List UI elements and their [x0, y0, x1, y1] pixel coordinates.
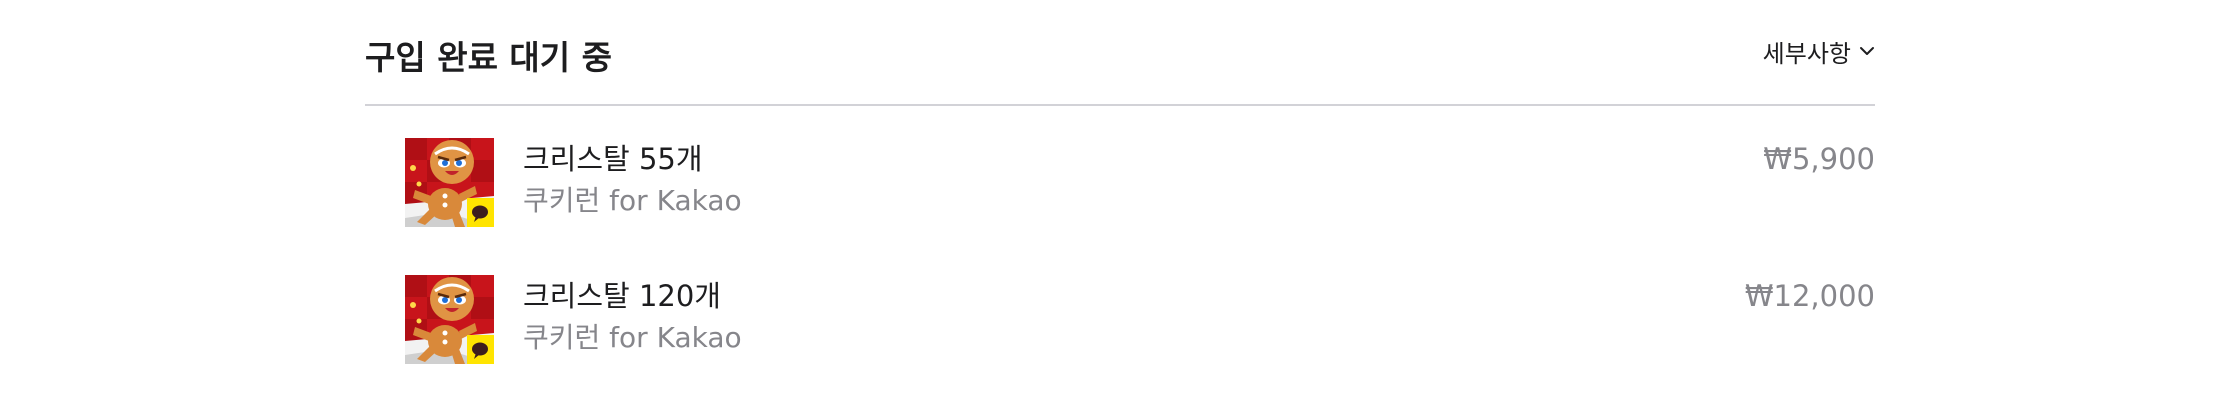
item-price: ₩5,900	[1763, 142, 1875, 176]
details-label: 세부사항	[1762, 39, 1851, 68]
section-header: 구입 완료 대기 중 세부사항	[365, 0, 1875, 106]
cookie-run-app-icon	[405, 275, 494, 364]
pending-purchases-section: 구입 완료 대기 중 세부사항 크리스탈 55개 쿠키런 for Kakao ₩…	[365, 0, 1875, 420]
item-name: 크리스탈 55개	[523, 142, 703, 176]
chevron-down-icon	[1860, 47, 1874, 55]
item-price: ₩12,000	[1744, 279, 1875, 313]
purchase-item[interactable]: 크리스탈 120개 쿠키런 for Kakao ₩12,000	[365, 273, 1875, 365]
section-title: 구입 완료 대기 중	[365, 38, 612, 77]
cookie-run-app-icon	[405, 138, 494, 227]
item-name: 크리스탈 120개	[523, 279, 721, 313]
purchase-item[interactable]: 크리스탈 55개 쿠키런 for Kakao ₩5,900	[365, 136, 1875, 228]
pending-purchases-page: 구입 완료 대기 중 세부사항 크리스탈 55개 쿠키런 for Kakao ₩…	[0, 0, 2224, 420]
item-app-name: 쿠키런 for Kakao	[523, 184, 742, 217]
item-app-name: 쿠키런 for Kakao	[523, 321, 742, 354]
details-toggle-button[interactable]: 세부사항	[1763, 33, 1875, 69]
